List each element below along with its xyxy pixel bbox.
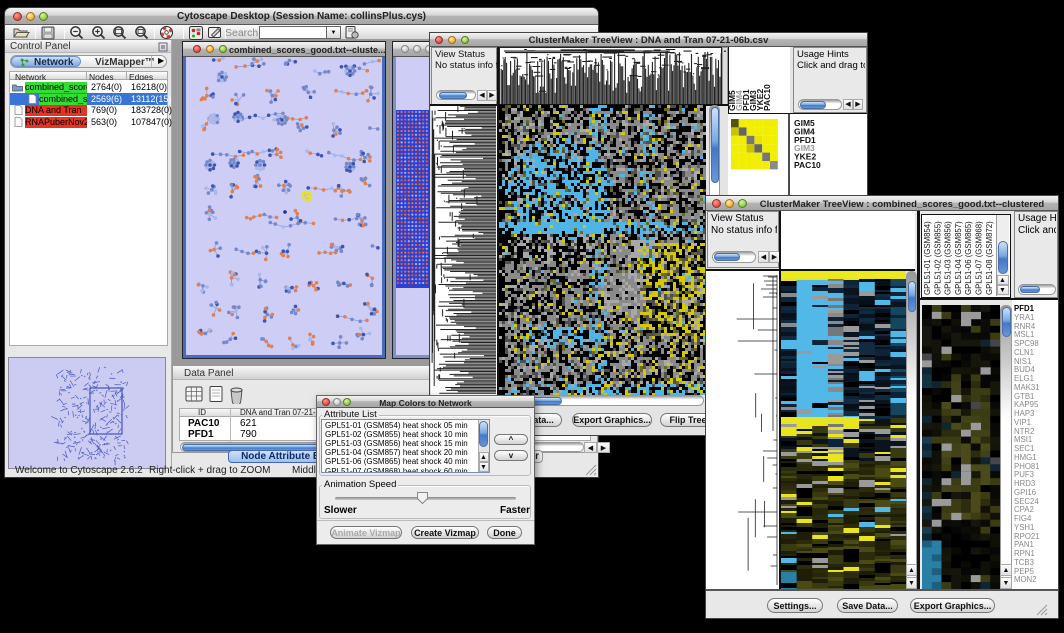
svg-text:GPL51-01 (GSM854): GPL51-01 (GSM854) — [923, 221, 932, 295]
svg-text:GPL51-06 (GSM865): GPL51-06 (GSM865) — [964, 221, 973, 295]
svg-text:PAC10: PAC10 — [794, 160, 821, 170]
svg-text:GPL51-07 (GSM868): GPL51-07 (GSM868) — [975, 221, 984, 295]
svg-text:GPL51-02 (GSM855): GPL51-02 (GSM855) — [933, 221, 942, 295]
svg-text:GPL51-04 (GSM857): GPL51-04 (GSM857) — [954, 221, 963, 295]
svg-text:GPL51-03 (GSM856): GPL51-03 (GSM856) — [944, 221, 953, 295]
svg-text:PAC10: PAC10 — [762, 84, 772, 111]
svg-text:GPL51-08 (GSM872): GPL51-08 (GSM872) — [985, 221, 994, 295]
